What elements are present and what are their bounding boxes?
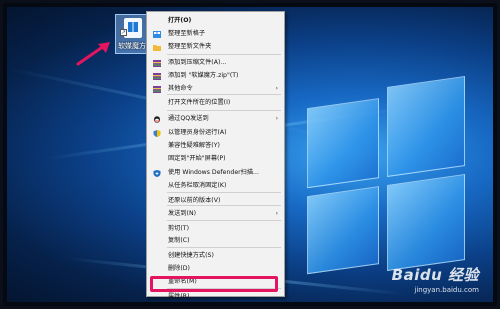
menu-item-5[interactable]: 其他命令 › <box>147 84 284 94</box>
submenu-arrow-icon: › <box>275 115 278 122</box>
menu-item-14[interactable]: 发送到(N) › <box>147 209 284 219</box>
menu-item-8[interactable]: 以管理员身份运行(A) <box>147 128 284 138</box>
menu-item-label: 发送到(N) <box>168 210 197 217</box>
menu-item-4[interactable]: 添加到 "软媒魔方.zip"(T) <box>147 71 284 81</box>
pointer-arrow-icon <box>76 42 110 66</box>
menu-separator <box>167 247 281 248</box>
defender-icon <box>153 169 161 177</box>
menu-item-label: 属性(R) <box>168 293 190 300</box>
menu-item-label: 其他命令 <box>168 85 193 92</box>
menu-item-label: 整理至新格子 <box>168 30 206 37</box>
menu-separator <box>167 94 281 95</box>
menu-item-label: 打开(O) <box>168 17 192 24</box>
menu-separator <box>167 110 281 111</box>
shortcut-arrow-icon: ↗ <box>120 29 127 36</box>
menu-item-label: 剪切(T) <box>168 225 189 232</box>
shield-icon <box>153 129 161 137</box>
menu-item-10[interactable]: 固定到"开始"屏幕(P) <box>147 154 284 164</box>
archive-icon <box>153 72 161 80</box>
desktop-icon-label: 软媒魔方 <box>118 42 146 50</box>
menu-item-6[interactable]: 打开文件所在的位置(I) <box>147 98 284 108</box>
windows-logo-wallpaper <box>307 66 467 278</box>
menu-separator <box>167 192 281 193</box>
menu-item-label: 兼容性疑难解答(Y) <box>168 142 220 149</box>
menu-item-label: 整理至新文件夹 <box>168 43 212 50</box>
menu-item-label: 添加到 "软媒魔方.zip"(T) <box>168 72 239 79</box>
folder-icon <box>153 44 161 51</box>
menu-item-label: 使用 Windows Defender扫描... <box>168 169 259 176</box>
menu-item-16[interactable]: 复制(C) <box>147 236 284 246</box>
menu-item-7[interactable]: 通过QQ发送到 › <box>147 114 284 124</box>
menu-item-label: 创建快捷方式(S) <box>168 252 214 259</box>
menu-separator <box>167 205 281 206</box>
menu-separator <box>167 54 281 55</box>
qq-icon <box>153 115 161 123</box>
menu-item-label: 以管理员身份运行(A) <box>168 129 227 136</box>
menu-item-15[interactable]: 剪切(T) <box>147 224 284 234</box>
desktop-shortcut-icon[interactable]: ↗ 软媒魔方 <box>115 14 149 54</box>
menu-item-12[interactable]: 从任务栏取消固定(K) <box>147 181 284 191</box>
fences-icon <box>153 30 161 38</box>
menu-item-label: 固定到"开始"屏幕(P) <box>168 155 226 162</box>
submenu-arrow-icon: › <box>275 210 278 217</box>
menu-item-0[interactable]: 打开(O) <box>147 16 284 26</box>
menu-item-label: 通过QQ发送到 <box>168 115 209 122</box>
properties-highlight-box <box>150 276 278 292</box>
menu-item-2[interactable]: 整理至新文件夹 <box>147 42 284 52</box>
menu-item-label: 复制(C) <box>168 237 190 244</box>
submenu-arrow-icon: › <box>275 85 278 92</box>
menu-separator <box>167 220 281 221</box>
menu-item-18[interactable]: 删除(D) <box>147 264 284 274</box>
menu-item-label: 还原以前的版本(V) <box>168 197 221 204</box>
menu-item-1[interactable]: 整理至新格子 <box>147 29 284 39</box>
watermark-brand: Baidu 经验 <box>391 266 479 284</box>
menu-item-17[interactable]: 创建快捷方式(S) <box>147 251 284 261</box>
menu-item-11[interactable]: 使用 Windows Defender扫描... <box>147 168 284 178</box>
baidu-watermark: Baidu 经验 jingyan.baidu.com <box>392 264 479 294</box>
menu-item-label: 删除(D) <box>168 265 190 272</box>
context-menu: 打开(O) 整理至新格子 整理至新文件夹添加到压缩文件(A)... 添加到 "软媒魔方… <box>146 11 285 300</box>
archive-icon <box>153 59 161 67</box>
watermark-url: jingyan.baidu.com <box>414 286 479 294</box>
menu-item-label: 添加到压缩文件(A)... <box>168 59 227 66</box>
menu-item-20[interactable]: 属性(R) <box>147 292 284 302</box>
menu-item-label: 打开文件所在的位置(I) <box>168 99 231 106</box>
menu-item-label: 从任务栏取消固定(K) <box>168 182 227 189</box>
menu-item-9[interactable]: 兼容性疑难解答(Y) <box>147 141 284 151</box>
archive-icon <box>153 85 161 93</box>
menu-item-3[interactable]: 添加到压缩文件(A)... <box>147 58 284 68</box>
